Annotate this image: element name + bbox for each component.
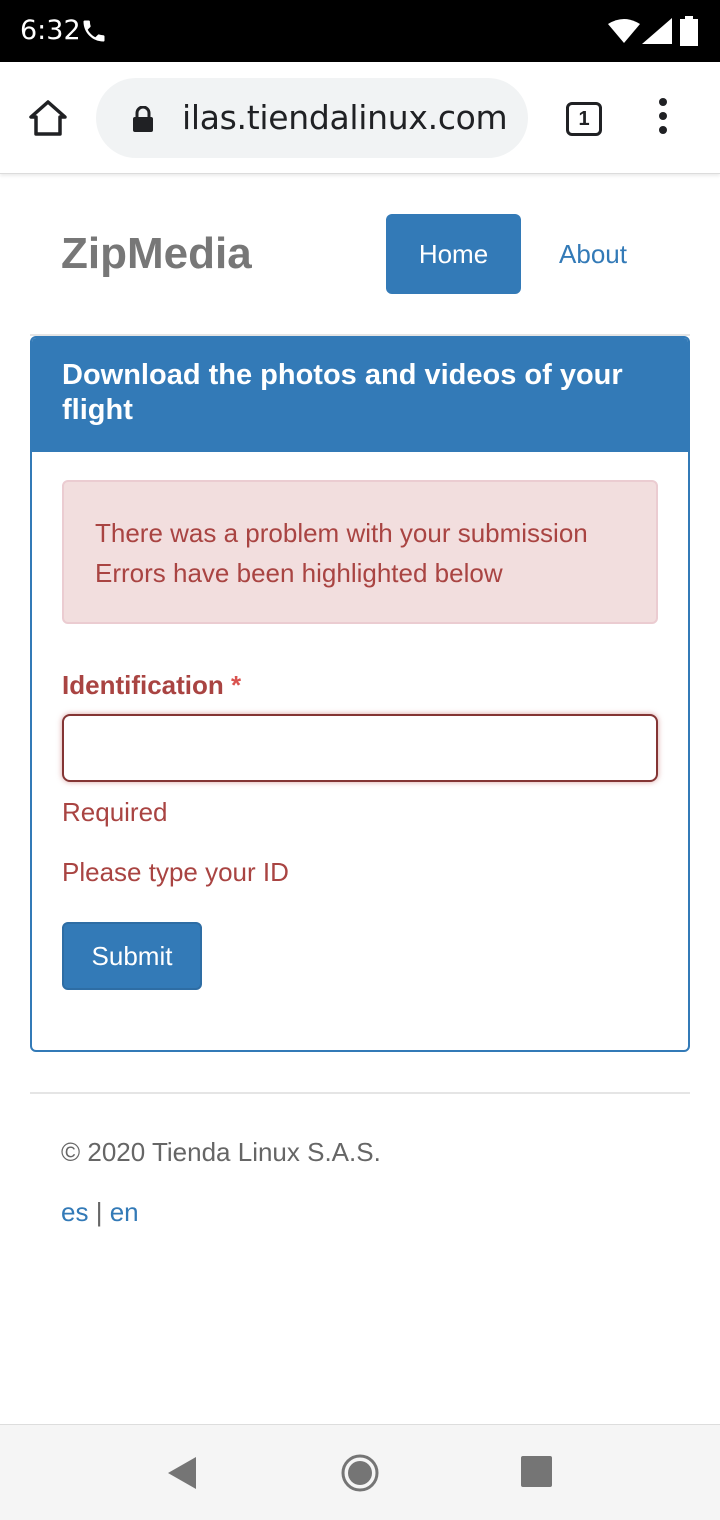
home-circle-icon[interactable] bbox=[340, 1453, 380, 1493]
phone-icon bbox=[83, 20, 105, 42]
back-icon[interactable] bbox=[166, 1455, 198, 1491]
home-icon[interactable] bbox=[28, 98, 68, 138]
wifi-icon bbox=[608, 19, 640, 43]
help-text: Please type your ID bbox=[62, 857, 289, 887]
language-link-es[interactable]: es bbox=[61, 1197, 88, 1227]
lock-icon bbox=[133, 106, 153, 132]
identification-label: Identification * bbox=[62, 666, 241, 704]
menu-icon[interactable] bbox=[652, 98, 674, 138]
language-switcher: es | en bbox=[61, 1194, 139, 1230]
recent-apps-icon[interactable] bbox=[521, 1456, 552, 1487]
required-marker: * bbox=[231, 670, 242, 700]
status-bar: 6:32 bbox=[0, 0, 720, 62]
required-error: Required bbox=[62, 797, 168, 827]
submit-button[interactable]: Submit bbox=[62, 922, 202, 990]
panel-title: Download the photos and videos of your f… bbox=[32, 338, 688, 452]
browser-toolbar: ilas.tiendalinux.com 1 bbox=[0, 62, 720, 174]
system-nav-bar bbox=[0, 1424, 720, 1520]
url-text: ilas.tiendalinux.com bbox=[182, 98, 508, 137]
copyright-text: © 2020 Tienda Linux S.A.S. bbox=[61, 1137, 381, 1167]
nav-about-link[interactable]: About bbox=[536, 214, 650, 294]
status-time: 6:32 bbox=[20, 15, 81, 46]
tabs-icon[interactable]: 1 bbox=[566, 102, 602, 136]
identification-input[interactable] bbox=[62, 714, 658, 782]
battery-icon bbox=[680, 16, 698, 46]
language-separator: | bbox=[95, 1197, 103, 1227]
signal-icon bbox=[642, 18, 672, 44]
address-bar[interactable]: ilas.tiendalinux.com bbox=[96, 78, 528, 158]
alert-line-1: There was a problem with your submission bbox=[95, 518, 588, 548]
nav-home-button[interactable]: Home bbox=[386, 214, 521, 294]
language-link-en[interactable]: en bbox=[110, 1197, 139, 1227]
error-alert: There was a problem with your submission… bbox=[62, 480, 658, 624]
identification-label-text: Identification bbox=[62, 670, 224, 700]
divider bbox=[30, 1092, 690, 1094]
download-panel: Download the photos and videos of your f… bbox=[30, 336, 690, 1052]
alert-line-2: Errors have been highlighted below bbox=[95, 558, 503, 588]
brand-logo[interactable]: ZipMedia bbox=[61, 228, 252, 280]
